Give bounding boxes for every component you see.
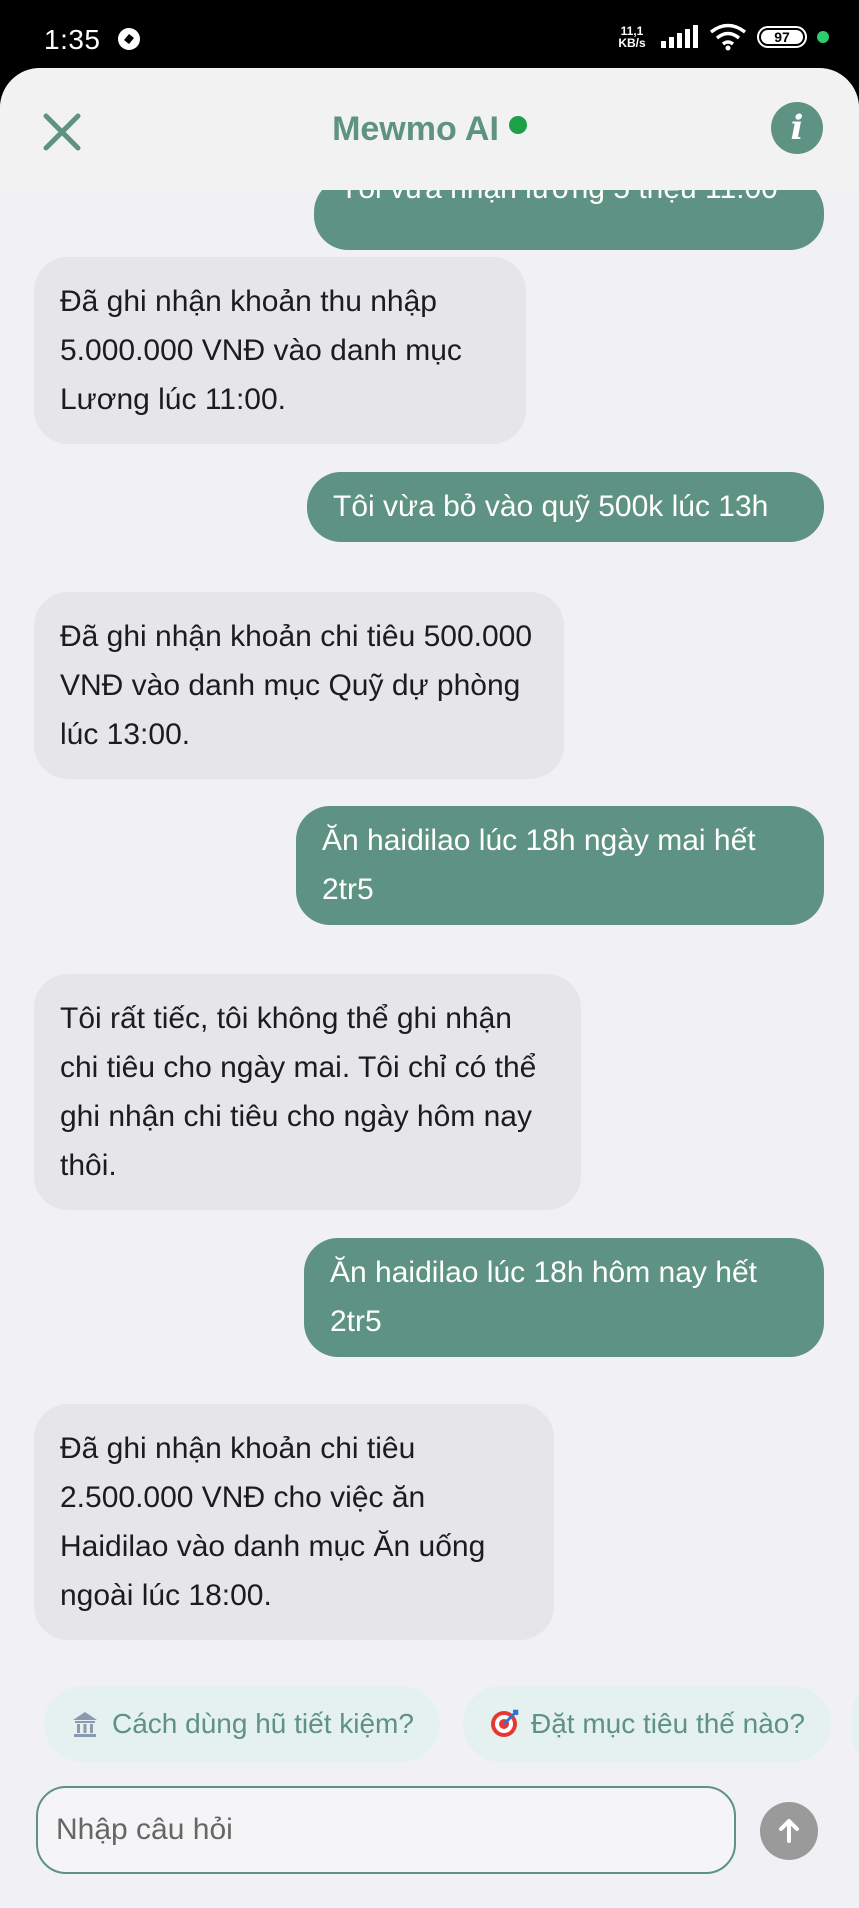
bank-icon [73,1712,97,1737]
status-indicators: 11,1 KB/s 97 [615,22,829,52]
network-speed: 11,1 KB/s [618,24,646,50]
page-title: Mewmo AI [332,110,499,148]
user-message: Ăn haidilao lúc 18h ngày mai hết 2tr5 [296,806,824,925]
status-bar: 1:35 11,1 KB/s 97 [0,0,859,68]
status-time: 1:35 [44,24,101,55]
user-message: Tôi vừa bỏ vào quỹ 500k lúc 13h [307,472,824,542]
header-title-group: Mewmo AI [0,110,859,149]
online-status-dot [508,116,527,134]
chat-sheet: Tôi vừa nhận lương 5 triệu 11:00 Đã ghi … [0,68,859,1908]
battery-indicator: 97 [757,26,807,48]
bot-message: Đã ghi nhận khoản chi tiêu 2.500.000 VNĐ… [34,1404,554,1640]
app-notification-icon [118,28,140,50]
suggestion-chip[interactable]: Cách dùng hũ tiết kiệm? [44,1686,440,1762]
chat-header: Mewmo AI i [0,68,859,190]
suggestion-chip[interactable] [852,1686,859,1762]
bot-message: Tôi rất tiếc, tôi không thể ghi nhận chi… [34,974,581,1210]
message-list[interactable]: Tôi vừa nhận lương 5 triệu 11:00 Đã ghi … [0,68,859,1668]
send-button[interactable] [760,1802,818,1860]
target-icon [491,1709,519,1737]
signal-icon [661,25,698,48]
info-icon: i [790,108,804,148]
bot-message: Đã ghi nhận khoản chi tiêu 500.000 VNĐ v… [34,592,564,779]
user-message: Ăn haidilao lúc 18h hôm nay hết 2tr5 [304,1238,824,1357]
wifi-icon [709,23,747,51]
question-input-container[interactable] [36,1786,736,1874]
bot-message: Đã ghi nhận khoản thu nhập 5.000.000 VNĐ… [34,257,526,444]
suggestion-chips[interactable]: Cách dùng hũ tiết kiệm? Đặt mục tiêu thế… [0,1686,859,1766]
privacy-indicator-dot [817,31,829,43]
arrow-up-icon [779,1819,799,1843]
suggestion-chip[interactable]: Đặt mục tiêu thế nào? [463,1686,831,1762]
info-button[interactable]: i [771,102,823,154]
question-input[interactable] [56,1813,716,1847]
